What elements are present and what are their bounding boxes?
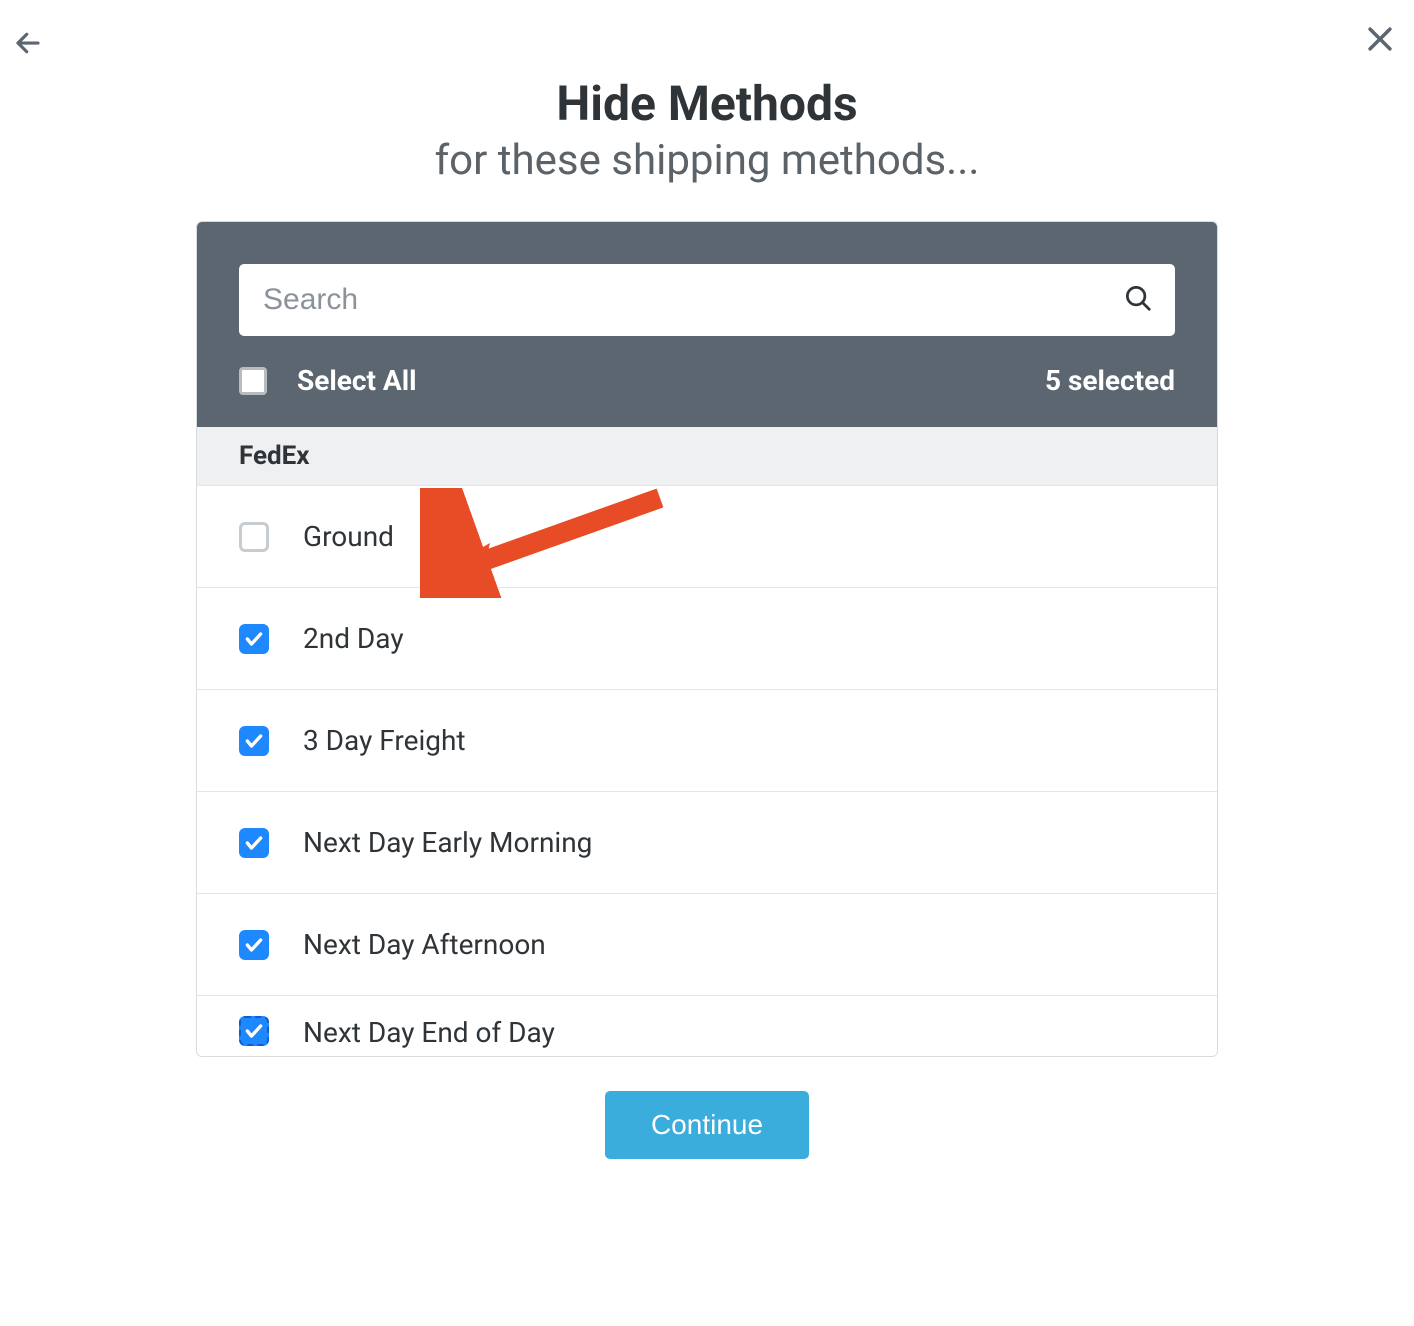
method-checkbox[interactable] (239, 624, 269, 654)
group-header-fedex: FedEx (197, 427, 1217, 486)
method-label: Next Day End of Day (303, 1016, 555, 1049)
close-button[interactable] (1358, 17, 1402, 61)
search-input[interactable] (239, 264, 1175, 336)
method-label: Ground (303, 520, 394, 553)
back-button[interactable] (8, 23, 48, 63)
method-label: 3 Day Freight (303, 724, 466, 757)
continue-button[interactable]: Continue (605, 1091, 809, 1159)
close-icon (1363, 22, 1397, 56)
select-all-row: Select All 5 selected (239, 336, 1175, 427)
select-all-label: Select All (297, 364, 417, 397)
dialog-title: Hide Methods (0, 75, 1414, 132)
method-row[interactable]: Next Day Early Morning (197, 792, 1217, 894)
method-row[interactable]: Ground (197, 486, 1217, 588)
method-row[interactable]: Next Day End of Day (197, 996, 1217, 1056)
select-all-checkbox[interactable] (239, 367, 267, 395)
method-row[interactable]: 3 Day Freight (197, 690, 1217, 792)
dialog-subtitle: for these shipping methods... (0, 136, 1414, 185)
method-label: Next Day Afternoon (303, 928, 546, 961)
method-checkbox[interactable] (239, 930, 269, 960)
method-checkbox[interactable] (239, 522, 269, 552)
method-label: 2nd Day (303, 622, 404, 655)
search-wrap (239, 264, 1175, 336)
method-row[interactable]: Next Day Afternoon (197, 894, 1217, 996)
method-label: Next Day Early Morning (303, 826, 592, 859)
dialog-footer: Continue (0, 1091, 1414, 1159)
method-checkbox[interactable] (239, 1016, 269, 1046)
shipping-methods-panel: Select All 5 selected FedEx Ground 2nd D… (196, 221, 1218, 1057)
arrow-left-icon (13, 28, 43, 58)
method-checkbox[interactable] (239, 828, 269, 858)
selected-count: 5 selected (1045, 364, 1175, 397)
method-checkbox[interactable] (239, 726, 269, 756)
panel-header: Select All 5 selected (197, 222, 1217, 427)
method-row[interactable]: 2nd Day (197, 588, 1217, 690)
